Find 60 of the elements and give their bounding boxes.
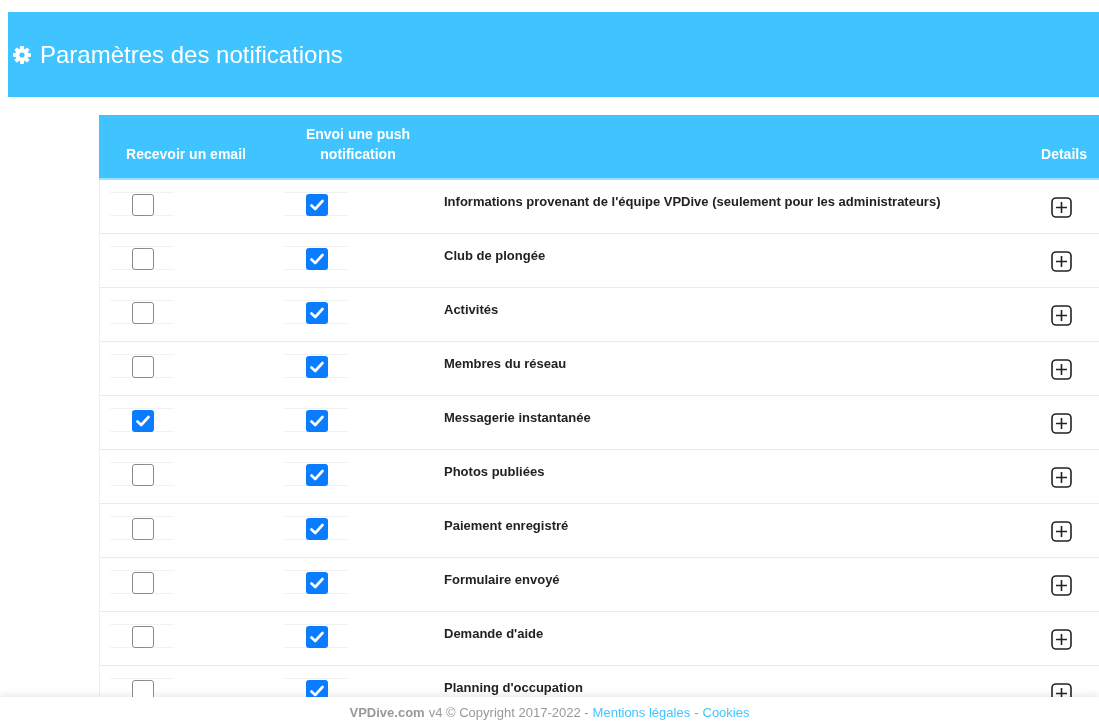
expand-icon[interactable] [1051,467,1072,488]
checkbox[interactable] [306,518,328,540]
checkmark-icon [310,199,324,211]
checkbox[interactable] [132,572,154,594]
notification-type: Photos publiées [444,463,545,479]
column-header: Recevoir un email [125,145,247,164]
checkbox[interactable] [132,464,154,486]
checkbox[interactable] [306,680,328,697]
checkbox[interactable] [132,680,154,697]
checkbox[interactable] [306,248,328,270]
column-header: Details [1040,145,1088,164]
checkbox[interactable] [132,248,154,270]
notification-type: Paiement enregistré [444,517,569,533]
notification-type: Activités [444,301,499,317]
notification-type: Formulaire envoyé [444,571,560,587]
checkbox[interactable] [306,572,328,594]
expand-icon[interactable] [1051,197,1072,218]
notification-type: Messagerie instantanée [444,409,591,425]
checkbox[interactable] [132,626,154,648]
brand-name: VPDive.com [349,704,425,720]
notification-type: Club de plongée [444,247,546,263]
cookies-link[interactable]: Cookies [702,704,750,720]
checkbox[interactable] [306,302,328,324]
checkmark-icon [310,361,324,373]
checkbox[interactable] [132,356,154,378]
checkbox[interactable] [306,194,328,216]
separator: - [694,704,699,720]
checkbox[interactable] [132,410,154,432]
expand-icon[interactable] [1051,359,1072,380]
checkmark-icon [310,469,324,481]
notification-type: Informations provenant de l'équipe VPDive (seulement pour les administrateurs) [444,193,941,209]
notification-type: Planning d'occupation [444,679,583,695]
notification-type: Demande d'aide [444,625,544,641]
checkmark-icon [310,253,324,265]
legal-link[interactable]: Mentions légales [592,704,691,720]
checkbox[interactable] [132,302,154,324]
settings-icon [12,44,32,65]
expand-icon[interactable] [1051,251,1072,272]
expand-icon[interactable] [1051,629,1072,650]
expand-icon[interactable] [1051,413,1072,434]
checkbox[interactable] [132,518,154,540]
checkmark-icon [310,523,324,535]
page-title: Paramètres des notifications [40,40,343,69]
checkmark-icon [310,415,324,427]
checkmark-icon [310,307,324,319]
expand-icon[interactable] [1051,575,1072,596]
column-header: Envoi une push notification [304,125,412,164]
checkmark-icon [310,577,324,589]
checkbox[interactable] [306,356,328,378]
copyright-text: v4 © Copyright 2017-2022 - [428,704,589,720]
notification-type: Membres du réseau [444,355,567,371]
checkbox[interactable] [306,626,328,648]
checkbox[interactable] [132,194,154,216]
checkmark-icon [136,415,150,427]
checkbox[interactable] [306,464,328,486]
checkbox[interactable] [306,410,328,432]
expand-icon[interactable] [1051,521,1072,542]
expand-icon[interactable] [1051,305,1072,326]
checkmark-icon [310,685,324,697]
checkmark-icon [310,631,324,643]
